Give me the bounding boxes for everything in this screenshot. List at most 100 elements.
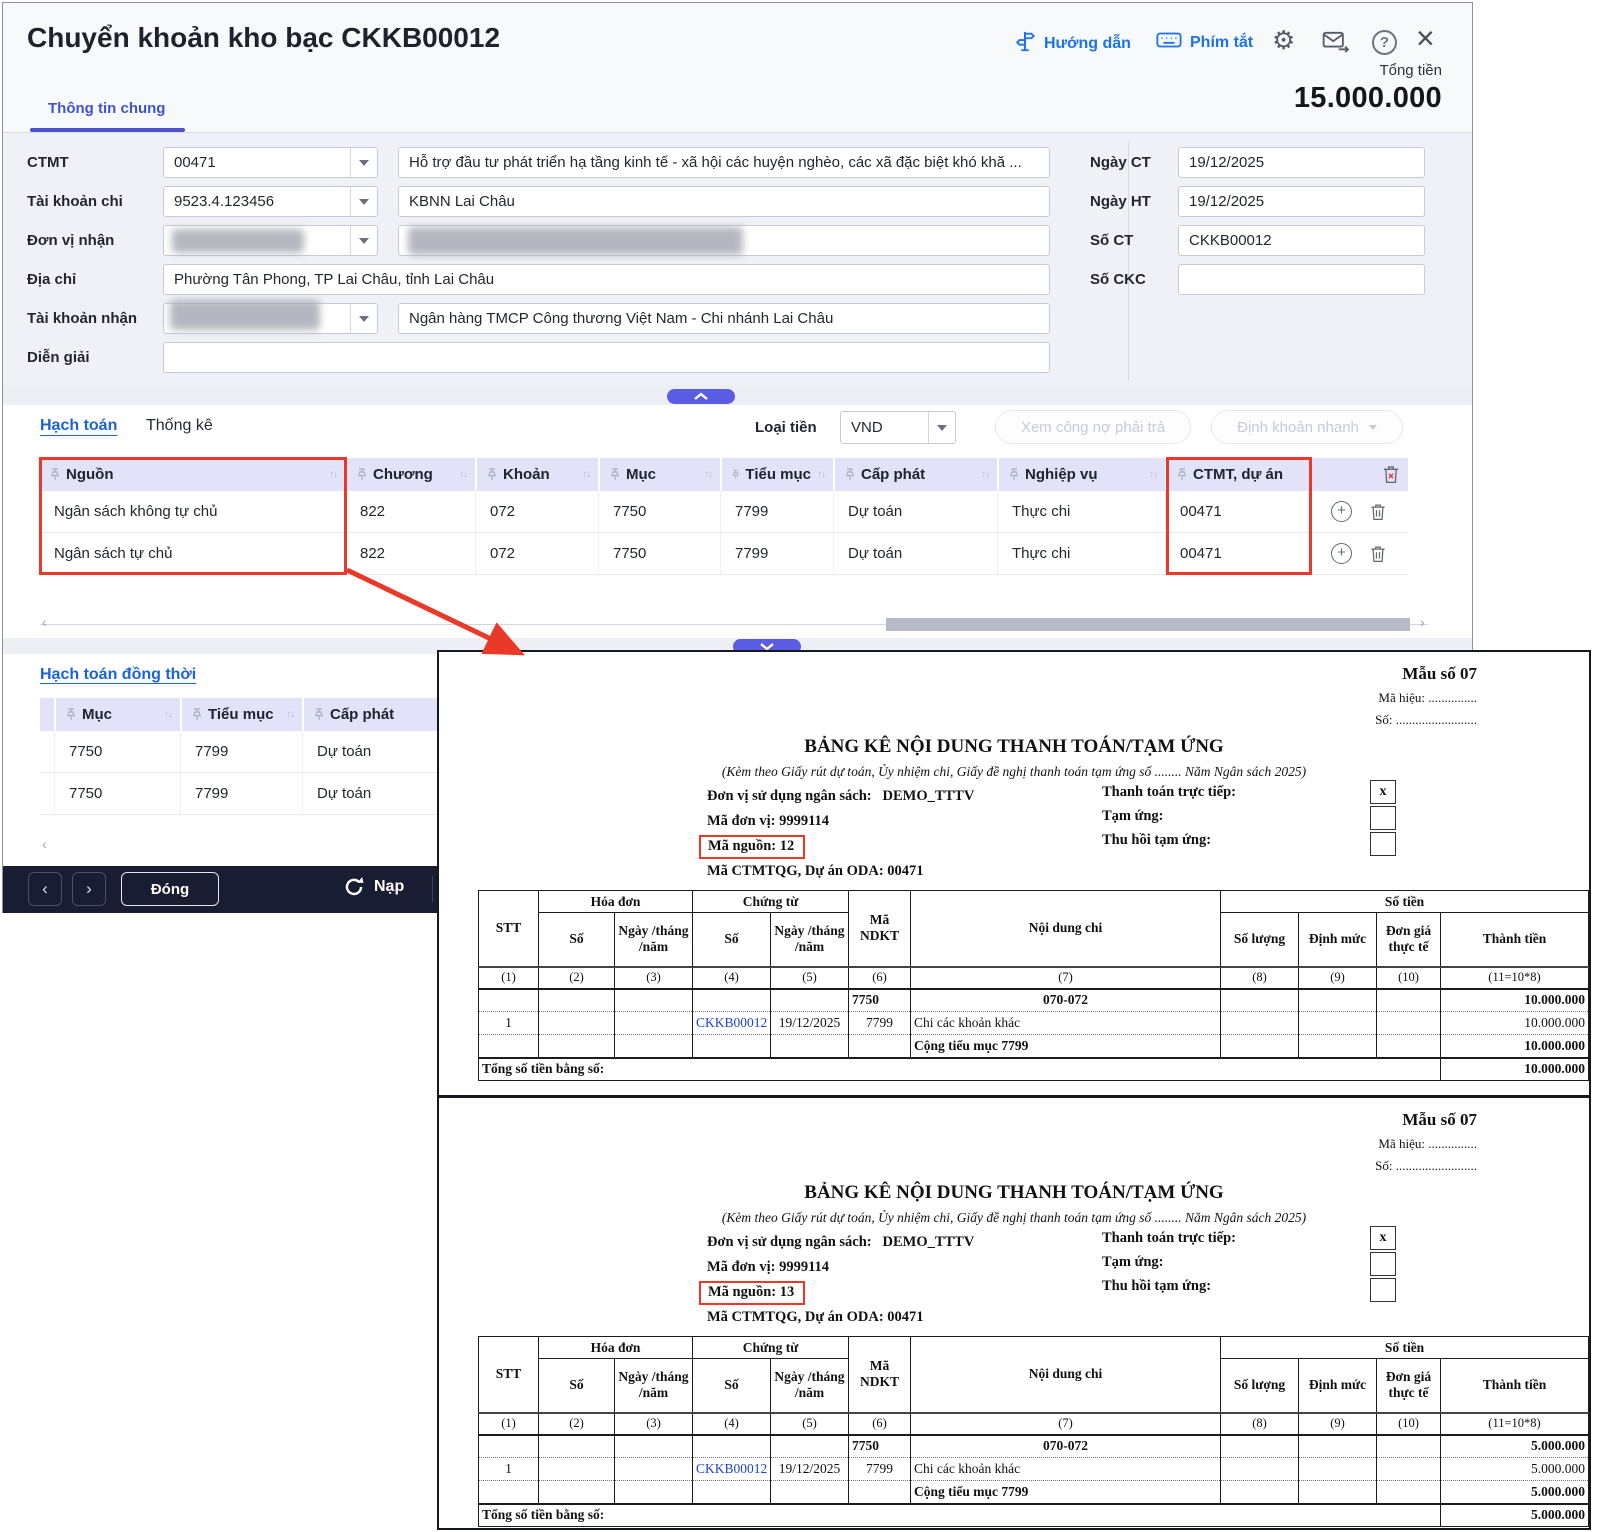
scrollbar-thumb[interactable] [886,618,1410,631]
sort-icon[interactable]: ↑↓ [329,469,337,480]
sort-icon[interactable]: ↑↓ [582,469,590,480]
ngay-ht-label: Ngày HT [1090,186,1151,217]
scroll-left-icon[interactable]: ‹ [42,614,47,630]
check-label-3: Thu hồi tạm ứng: [1102,1278,1211,1295]
tai-khoan-chi-select[interactable]: 9523.4.123456 [163,186,378,217]
sort-icon[interactable]: ↑↓ [817,469,825,480]
sort-icon[interactable]: ↑↓ [459,469,467,480]
pin-icon [1009,468,1019,481]
total-label: Tổng tiền [1142,62,1442,79]
guide-link[interactable]: Hướng dẫn [1014,30,1131,57]
cell-ctmt-du-an: 00471 [1165,533,1310,574]
tai-khoan-nhan-desc-field[interactable]: Ngân hàng TMCP Công thương Việt Nam - Ch… [398,303,1050,334]
dien-giai-field[interactable] [163,342,1050,373]
tab-thong-ke[interactable]: Thống kê [146,417,213,435]
column-header-muc[interactable]: Mục ↑↓ [54,698,180,731]
cell-khoan: 072 [475,491,598,532]
sort-icon[interactable]: ↑↓ [981,469,989,480]
column-header-nghiep-vu[interactable]: Nghiệp vụ ↑↓ [997,458,1165,491]
dia-chi-label: Địa chỉ [27,264,76,295]
mail-forward-icon[interactable] [1322,31,1350,58]
hach-toan-dong-thoi-link[interactable]: Hạch toán đồng thời [40,666,196,684]
close-icon[interactable]: × [1416,22,1435,54]
xem-cong-no-button[interactable]: Xem công nợ phải trả [995,410,1191,444]
scroll-right-icon[interactable]: › [1420,614,1425,630]
column-header-muc[interactable]: Mục ↑↓ [598,458,720,491]
tai-khoan-nhan-desc-value: Ngân hàng TMCP Công thương Việt Nam - Ch… [409,310,833,327]
help-icon[interactable]: ? [1372,30,1397,55]
hach-toan-row[interactable]: Ngân sách không tự chủ 822 072 7750 7799… [40,491,1408,533]
hach-toan-row[interactable]: Ngân sách tự chủ 822 072 7750 7799 Dự to… [40,533,1408,575]
tab-hach-toan[interactable]: Hạch toán [40,417,117,435]
add-row-icon[interactable]: + [1331,543,1352,564]
dia-chi-field[interactable]: Phường Tân Phong, TP Lai Châu, tỉnh Lai … [163,264,1050,295]
header-divider [3,132,1472,133]
close-button[interactable]: Đóng [121,872,219,906]
chevron-down-icon [350,304,377,333]
pin-icon [1177,468,1187,481]
reload-button[interactable]: Nạp [343,876,404,898]
close-button-label: Đóng [151,881,189,898]
sort-icon[interactable]: ↑↓ [704,469,712,480]
screenshot-stage: Chuyển khoản kho bạc CKKB00012 Hướng dẫn… [0,0,1600,1532]
doc-ma-ctmt: Mã CTMTQG, Dự án ODA: 00471 [707,1309,924,1326]
pin-icon [314,708,324,721]
so-ct-field[interactable]: CKKB00012 [1178,225,1425,256]
gear-icon[interactable]: ⚙ [1272,27,1295,53]
next-record-button[interactable]: › [72,872,106,906]
chevron-down-icon [350,226,377,255]
redacted-text [170,300,320,330]
collapse-up-button[interactable] [667,389,735,404]
column-header-cap-phat[interactable]: Cấp phát ↑↓ [833,458,997,491]
cell-tieu-muc: 7799 [720,491,833,532]
sort-icon[interactable]: ↑↓ [164,709,172,720]
spacer-cell [40,773,54,814]
column-header-ctmt-du-an[interactable]: CTMT, dự án [1165,458,1310,491]
cell-nguon: Ngân sách tự chủ [40,533,345,574]
sort-icon[interactable]: ↑↓ [1149,469,1157,480]
prev-record-button[interactable]: ‹ [28,872,62,906]
ngay-ct-field[interactable]: 19/12/2025 [1178,147,1425,178]
so-ct-label: Số CT [1090,225,1133,256]
column-header-chuong[interactable]: Chương ↑↓ [345,458,475,491]
doc-meta: Mẫu số 07 Mã hiệu: ............... Số: .… [1375,664,1477,728]
tab-thong-tin-chung[interactable]: Thông tin chung [48,100,165,117]
cell-ctmt-du-an: 00471 [1165,491,1310,532]
column-header-tieu-muc[interactable]: Tiểu mục ↑↓ [180,698,302,731]
dinh-khoan-nhanh-button[interactable]: Định khoản nhanh [1211,410,1403,444]
sort-icon[interactable]: ↑↓ [286,709,294,720]
shortcut-link[interactable]: Phím tắt [1156,30,1253,55]
guide-label: Hướng dẫn [1044,35,1131,53]
check-label-1: Thanh toán trực tiếp: [1102,784,1236,801]
delete-all-icon[interactable] [1382,465,1400,484]
doc-ma-don-vi: Mã đơn vị: 9999114 [707,813,829,830]
column-header-tieu-muc[interactable]: Tiểu mục ↑↓ [720,458,833,491]
doc-meta: Mẫu số 07 Mã hiệu: ............... Số: .… [1375,1110,1477,1174]
checkbox-thanh-toan: x [1370,1226,1396,1250]
delete-row-icon[interactable] [1370,503,1386,521]
scroll-left-icon[interactable]: ‹ [42,836,47,852]
ctmt-code-select[interactable]: 00471 [163,147,378,178]
currency-select[interactable]: VND [840,411,956,444]
refresh-icon [343,876,365,898]
ctmt-desc-field[interactable]: Hỗ trợ đầu tư phát triển hạ tầng kinh tế… [398,147,1050,178]
column-header-nguon[interactable]: Nguồn ↑↓ [40,458,345,491]
cell-nghiep-vu: Thực chi [997,491,1165,532]
reload-label: Nạp [374,878,404,896]
column-header-khoan[interactable]: Khoản ↑↓ [475,458,598,491]
currency-label: Loại tiền [755,419,817,436]
cell-muc: 7750 [598,491,720,532]
ctmt-code-value: 00471 [174,154,350,171]
so-ckc-field[interactable] [1178,264,1425,295]
add-row-icon[interactable]: + [1331,501,1352,522]
doc-chung-tu-link[interactable]: CKKB00012 [693,1012,771,1035]
ngay-ht-field[interactable]: 19/12/2025 [1178,186,1425,217]
delete-row-icon[interactable] [1370,545,1386,563]
cell-cap-phat: Dự toán [833,491,997,532]
doc-chung-tu-link[interactable]: CKKB00012 [693,1458,771,1481]
checkbox-thu-hoi [1370,832,1396,856]
tai-khoan-chi-desc-field[interactable]: KBNN Lai Châu [398,186,1050,217]
tai-khoan-chi-value: 9523.4.123456 [174,193,350,210]
cell-muc: 7750 [598,533,720,574]
cell-khoan: 072 [475,533,598,574]
